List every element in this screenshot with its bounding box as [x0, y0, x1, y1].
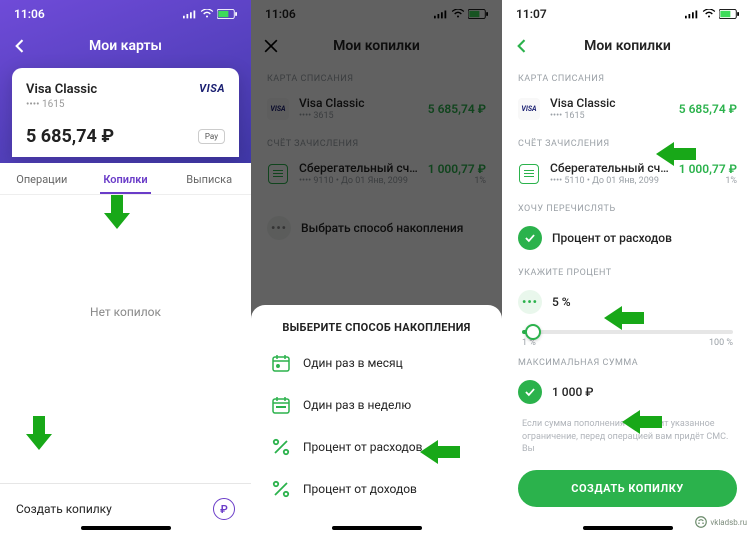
tab-piggybanks[interactable]: Копилки	[84, 163, 168, 194]
annotation-arrow-icon	[604, 304, 644, 332]
credit-pct: 1%	[679, 176, 737, 186]
option-weekly[interactable]: Один раз в неделю	[251, 384, 502, 426]
percent-value: 5 %	[552, 295, 571, 309]
label-credit-account: СЧЁТ ЗАЧИСЛЕНИЯ	[502, 129, 753, 153]
card-name: Visa Classic	[26, 82, 97, 97]
header: Мои копилки	[502, 28, 753, 64]
annotation-arrow-icon	[656, 140, 696, 168]
debit-amount: 5 685,74 ₽	[679, 102, 737, 116]
status-icons	[183, 9, 237, 19]
create-piggybank-link[interactable]: Создать копилку	[16, 502, 112, 516]
check-icon	[518, 226, 542, 250]
label-debit-card: КАРТА СПИСАНИЯ	[502, 64, 753, 88]
calendar-week-icon	[271, 395, 291, 415]
annotation-arrow-icon	[622, 408, 662, 436]
option-pct-expenses[interactable]: Процент от расходов	[251, 426, 502, 468]
label-want-transfer: ХОЧУ ПЕРЕЧИСЛЯТЬ	[502, 194, 753, 218]
credit-sub: •••• 5110 • До 01 Янв, 2099	[550, 176, 669, 186]
status-icons	[685, 9, 739, 19]
screen-configure-piggy: 11:07 Мои копилки КАРТА СПИСАНИЯ VISA Vi…	[502, 0, 753, 534]
back-button[interactable]	[10, 36, 30, 56]
card-mask: •••• 1615	[26, 99, 97, 110]
home-indicator[interactable]	[583, 526, 673, 530]
status-bar: 11:07	[502, 0, 753, 28]
method-value: Процент от расходов	[552, 231, 672, 245]
home-indicator[interactable]	[81, 526, 171, 530]
debit-name: Visa Classic	[550, 96, 669, 110]
create-piggybank-button[interactable]: СОЗДАТЬ КОПИЛКУ	[518, 470, 737, 507]
back-button[interactable]	[512, 36, 532, 56]
card-balance: 5 685,74 ₽	[26, 126, 114, 147]
method-row[interactable]: Процент от расходов	[502, 218, 753, 258]
ruble-icon[interactable]: ₽	[213, 498, 235, 520]
visa-icon: VISA	[518, 98, 540, 120]
card-tile[interactable]: Visa Classic •••• 1615 VISA 5 685,74 ₽ P…	[12, 68, 239, 157]
page-title: Мои копилки	[584, 38, 671, 54]
credit-name: Сберегательный счёт	[550, 161, 669, 175]
credit-account-row[interactable]: Сберегательный счёт •••• 5110 • До 01 Ян…	[502, 153, 753, 194]
tab-operations[interactable]: Операции	[0, 163, 84, 194]
debit-card-row[interactable]: VISA Visa Classic •••• 1615 5 685,74 ₽	[502, 88, 753, 129]
annotation-arrow-icon	[420, 438, 460, 466]
status-bar: 11:06	[0, 0, 251, 28]
option-label: Один раз в месяц	[303, 356, 403, 370]
label-max-sum: МАКСИМАЛЬНАЯ СУММА	[502, 348, 753, 372]
watermark: vkladsb.ru	[692, 514, 749, 530]
slider-knob[interactable]	[525, 324, 541, 340]
option-label: Процент от расходов	[303, 440, 423, 454]
tab-statement[interactable]: Выписка	[167, 163, 251, 194]
savings-icon	[518, 163, 540, 185]
dots-icon: •••	[518, 290, 542, 314]
percent-icon	[271, 437, 291, 457]
max-sum-row[interactable]: 1 000 ₽	[502, 372, 753, 412]
slider-max: 100 %	[709, 338, 733, 348]
screen-my-cards: 11:06 Мои карты Visa Classic •••• 1615 V…	[0, 0, 251, 534]
option-label: Один раз в неделю	[303, 398, 411, 412]
debit-mask: •••• 1615	[550, 111, 669, 121]
tabs: Операции Копилки Выписка	[0, 163, 251, 195]
header: Мои карты	[0, 28, 251, 64]
calendar-month-icon	[271, 353, 291, 373]
label-percent: УКАЖИТЕ ПРОЦЕНТ	[502, 258, 753, 282]
percent-icon	[271, 479, 291, 499]
option-label: Процент от доходов	[303, 482, 417, 496]
annotation-arrow-icon	[100, 195, 134, 229]
method-sheet: ВЫБЕРИТЕ СПОСОБ НАКОПЛЕНИЯ Один раз в ме…	[251, 305, 502, 534]
check-icon	[518, 380, 542, 404]
option-monthly[interactable]: Один раз в месяц	[251, 342, 502, 384]
status-time: 11:07	[516, 7, 547, 21]
max-sum-value: 1 000 ₽	[552, 385, 593, 399]
apple-pay-button[interactable]: Pay	[198, 129, 225, 144]
annotation-arrow-icon	[22, 416, 56, 450]
sheet-title: ВЫБЕРИТЕ СПОСОБ НАКОПЛЕНИЯ	[251, 321, 502, 342]
visa-logo-icon: VISA	[199, 82, 225, 95]
watermark-text: vkladsb.ru	[710, 518, 747, 527]
status-time: 11:06	[14, 7, 45, 21]
page-title: Мои карты	[89, 38, 162, 54]
option-pct-income[interactable]: Процент от доходов	[251, 468, 502, 510]
home-indicator[interactable]	[332, 526, 422, 530]
screen-choose-method: 11:06 Мои копилки КАРТА СПИСАНИЯ VISA Vi…	[251, 0, 502, 534]
